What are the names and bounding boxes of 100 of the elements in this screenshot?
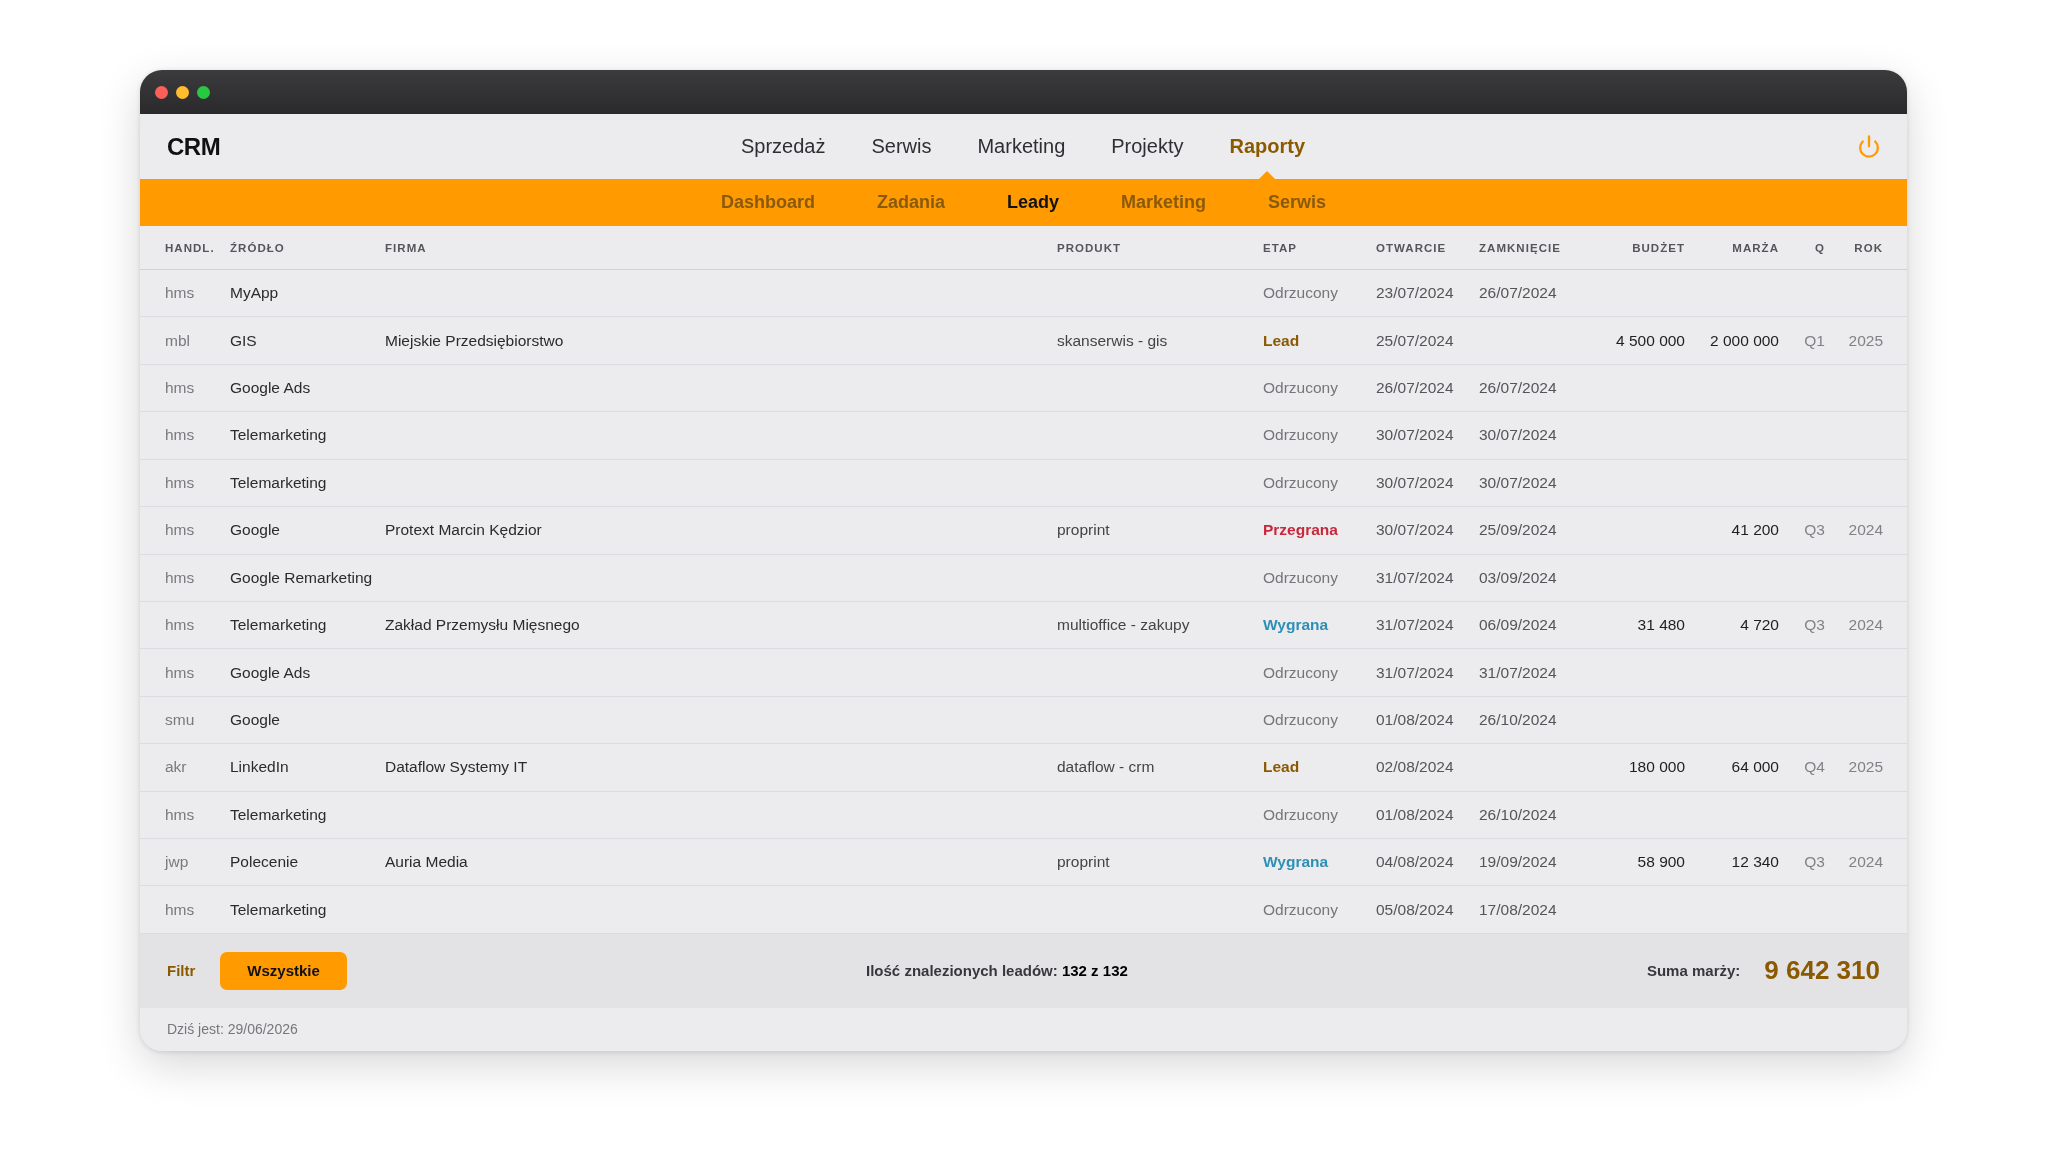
table-cell-text: Google Ads	[230, 379, 312, 398]
table-cell-text: akr	[165, 758, 188, 777]
table-cell-text: 03/09/2024	[1479, 568, 1558, 587]
table-cell-text: Odrzucony	[1263, 900, 1339, 919]
table-cell-text: Miejskie Przedsiębiorstwo	[385, 331, 565, 350]
table-cell: 2024	[1848, 853, 1883, 872]
filter-button[interactable]: Wszystkie	[220, 951, 347, 990]
table-cell: Q3	[1804, 521, 1825, 540]
table-cell: 4 720	[1740, 616, 1779, 635]
table-cell-text: Google	[230, 711, 281, 729]
table-cell-text: Odrzucony	[1263, 568, 1339, 587]
table-cell-text: Google Ads	[230, 663, 312, 682]
table-cell-text: hms	[165, 284, 196, 303]
table-cell-text: smu	[165, 711, 196, 729]
table-cell-text: hms	[165, 473, 196, 492]
table-cell-text: multioffice - zakupy	[1057, 616, 1191, 635]
table-cell-text: skanserwis - gis	[1057, 331, 1169, 350]
table-cell-text: Lead	[1263, 758, 1301, 777]
table-cell-text: Auria Media	[385, 853, 469, 872]
table-cell-text: Polecenie	[230, 853, 300, 872]
table-cell-text: hms	[165, 379, 196, 398]
subnav-tab[interactable]: Leady	[1006, 192, 1059, 213]
window-control-icon[interactable]	[197, 85, 210, 99]
table-cell-text: 26/10/2024	[1479, 711, 1558, 729]
column-header: BUDŻET	[1632, 241, 1685, 254]
table-cell-text: 01/08/2024	[1376, 711, 1455, 729]
table-cell-text: LinkedIn	[230, 758, 290, 777]
nav-tab[interactable]: Raporty	[1228, 114, 1307, 179]
table-cell-text: 05/08/2024	[1376, 900, 1455, 919]
table-cell-text: 30/07/2024	[1479, 473, 1558, 492]
table-cell-text: Wygrana	[1263, 616, 1330, 635]
table-cell-text: Odrzucony	[1263, 426, 1339, 445]
sum-label: Suma marży:	[1646, 962, 1741, 980]
table-cell: 2024	[1848, 616, 1883, 635]
table-cell-text: Lead	[1263, 331, 1301, 350]
table-cell-text: hms	[165, 616, 196, 635]
table-cell-text: 25/09/2024	[1479, 521, 1558, 540]
column-header: MARŻA	[1732, 241, 1779, 254]
table-cell-text: hms	[165, 663, 196, 682]
column-header: ZAMKNIĘCIE	[1479, 241, 1562, 254]
table-cell-text: Dataflow Systemy IT	[385, 758, 529, 777]
table-cell-text: Odrzucony	[1263, 473, 1339, 492]
table-cell-text: 02/08/2024	[1376, 758, 1455, 777]
table-cell: Q3	[1804, 616, 1825, 635]
table-cell-text: 06/09/2024	[1479, 616, 1558, 635]
table-cell: 2 000 000	[1710, 331, 1779, 350]
table-cell: Q1	[1804, 331, 1825, 350]
column-header: Q	[1815, 241, 1825, 254]
table-cell-text: 31/07/2024	[1376, 616, 1455, 635]
table-cell-text: Odrzucony	[1263, 805, 1339, 824]
table-cell-text: 04/08/2024	[1376, 853, 1455, 872]
table-cell-text: proprint	[1057, 853, 1111, 872]
table-cell-text: 26/07/2024	[1479, 379, 1558, 398]
table-cell-text: Protext Marcin Kędzior	[385, 521, 543, 540]
table-cell: Q4	[1804, 758, 1825, 777]
table-cell-text: 23/07/2024	[1376, 284, 1455, 303]
nav-tab[interactable]: Marketing	[976, 114, 1067, 179]
table-cell-text: Odrzucony	[1263, 379, 1339, 398]
table-cell-text: 26/07/2024	[1376, 379, 1455, 398]
table-cell-text: 26/10/2024	[1479, 805, 1558, 824]
table-cell-text: Telemarketing	[230, 900, 328, 919]
table-cell-text: Telemarketing	[230, 616, 328, 635]
table-cell-text: 31/07/2024	[1479, 663, 1558, 682]
table-cell-text: Google	[230, 521, 281, 540]
table-cell: 2025	[1848, 758, 1883, 777]
filter-label: Filtr	[167, 962, 196, 980]
column-header: PRODUKT	[1057, 241, 1123, 254]
table-cell-text: 31/07/2024	[1376, 663, 1455, 682]
table-cell-text: 25/07/2024	[1376, 331, 1455, 350]
table-cell-text: Wygrana	[1263, 853, 1330, 872]
table-cell-text: 26/07/2024	[1479, 284, 1558, 303]
table-cell-text: Telemarketing	[230, 473, 328, 492]
nav-tab[interactable]: Projekty	[1110, 114, 1185, 179]
table-cell: Q3	[1804, 853, 1825, 872]
table-cell-text: 30/07/2024	[1376, 521, 1455, 540]
table-cell-text: jwp	[165, 853, 190, 872]
table-cell-text: Odrzucony	[1263, 711, 1339, 729]
column-header: ETAP	[1263, 241, 1298, 254]
table-cell-text: 30/07/2024	[1376, 426, 1455, 445]
table-cell-text: Odrzucony	[1263, 663, 1339, 682]
table-cell-text: hms	[165, 426, 196, 445]
nav-tab[interactable]: Sprzedaż	[739, 114, 827, 179]
results-count-text: Ilość znalezionych leadów: 132 z 132	[866, 962, 1128, 980]
date-text: Dziś jest: 29/06/2026	[167, 1021, 298, 1038]
table-cell: 58 900	[1637, 853, 1685, 872]
table-cell: 2024	[1848, 521, 1883, 540]
window-control-icon[interactable]	[176, 85, 189, 99]
table-cell-text: 31/07/2024	[1376, 568, 1455, 587]
table-cell-text: hms	[165, 521, 196, 540]
table-cell-text: MyApp	[230, 284, 280, 303]
table-cell-text: proprint	[1057, 521, 1111, 540]
table-cell: 64 000	[1731, 758, 1779, 777]
table-cell-text: 30/07/2024	[1376, 473, 1455, 492]
window-control-icon[interactable]	[155, 85, 168, 99]
table-cell-text: 19/09/2024	[1479, 853, 1558, 872]
table-cell-text: 30/07/2024	[1479, 426, 1558, 445]
table-cell-text: hms	[165, 805, 196, 824]
table-cell-text: GIS	[230, 331, 258, 350]
nav-tab[interactable]: Serwis	[870, 114, 933, 179]
table-cell-text: hms	[165, 900, 196, 919]
